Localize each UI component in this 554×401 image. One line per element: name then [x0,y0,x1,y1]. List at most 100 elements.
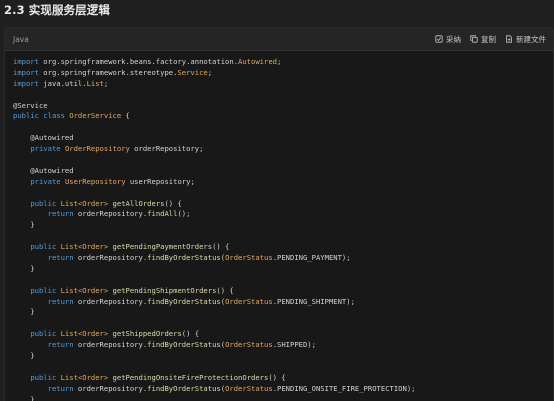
code-token: import [13,67,44,77]
code-token: OrderStatus [225,296,273,306]
code-token: public [30,198,61,208]
code-token: orderRepository. [77,340,148,350]
code-token: { [121,111,130,121]
code-token: return [47,253,78,263]
code-token: public [30,285,61,295]
code-token: orderRepository. [77,253,148,263]
code-line: public List<Order> getAllOrders() { [13,199,553,210]
code-token: getAllOrders [112,198,165,208]
code-token: orderRepository. [77,383,148,393]
adopt-button[interactable]: 采纳 [435,34,461,45]
adopt-button-label: 采纳 [446,34,461,44]
code-token: List<Order> [60,198,109,208]
code-line: } [13,220,553,231]
code-line: public class OrderService { [13,111,553,122]
code-token: public [30,329,61,339]
code-token: } [13,351,35,361]
code-line: } [13,307,553,318]
code-token: return [47,209,78,219]
code-token: () { [212,242,230,252]
code-line: } [13,351,553,362]
new-file-icon [505,35,513,43]
code-token: return [47,340,78,350]
code-token: () { [268,372,286,382]
section-heading: 2.3 实现服务层逻辑 [4,3,110,17]
code-token: @Autowired [13,165,74,175]
code-token: } [13,307,35,317]
code-line: return orderRepository.findByOrderStatus… [13,340,553,351]
code-line: } [13,264,553,275]
code-token: () { [181,329,200,339]
code-token: import [13,78,44,88]
code-token: java.util. [43,78,87,88]
code-line: @Service [13,101,553,112]
code-token: OrderStatus [225,253,273,263]
code-token: orderRepository. [77,209,148,219]
code-token: public class [13,111,70,121]
code-token: Service [177,67,208,77]
code-token: public [30,242,61,252]
code-token: getPendingPaymentOrders [112,242,213,252]
code-line: private UserRepository userRepository; [13,177,553,188]
code-token: (); [177,209,191,219]
code-token: OrderRepository [64,144,130,154]
code-token: OrderStatus [225,340,273,350]
copy-icon [470,35,478,43]
new-file-button[interactable]: 新建文件 [505,34,546,45]
code-language-label: Java [13,34,29,44]
code-token: userRepository; [125,176,195,186]
code-token: ; [103,78,109,88]
code-line: public List<Order> getPendingPaymentOrde… [13,242,553,253]
code-line: import org.springframework.stereotype.Se… [13,68,553,79]
code-token: ; [276,57,282,66]
code-token: @Autowired [13,133,74,143]
code-token: .PENDING_ONSITE_FIRE_PROTECTION); [272,383,416,393]
code-block: Java 采纳 复制 新建文件 import org.springframewo… [4,27,554,401]
code-line: @Autowired [13,166,553,177]
code-token: List<Order> [60,285,109,295]
copy-button[interactable]: 复制 [470,34,496,45]
code-token: List<Order> [60,372,109,382]
code-line: return orderRepository.findByOrderStatus… [13,384,553,395]
code-line: public List<Order> getPendingOnsiteFireP… [13,373,553,384]
code-token: findByOrderStatus [147,253,221,263]
code-token: findByOrderStatus [147,383,221,393]
page: 2.3 实现服务层逻辑 Java 采纳 复制 新建文件 import org.s… [0,0,554,401]
code-content: import org.springframework.beans.factory… [5,51,553,401]
code-token: UserRepository [64,176,126,186]
code-token: () { [164,198,182,208]
code-token: findByOrderStatus [147,340,221,350]
checkbox-icon [435,35,443,43]
code-token: List [86,78,104,88]
code-token: findByOrderStatus [147,296,221,306]
code-actions: 采纳 复制 新建文件 [435,34,546,45]
code-line: public List<Order> getPendingShipmentOrd… [13,286,553,297]
code-token: return [47,296,78,306]
code-token: OrderStatus [225,383,273,393]
code-line: } [13,395,553,401]
code-block-header: Java 采纳 复制 新建文件 [5,28,553,51]
code-token: orderRepository. [77,296,148,306]
code-token: .PENDING_PAYMENT); [272,253,351,263]
code-token: getShippedOrders [112,329,182,339]
code-token: return [47,383,78,393]
code-token: getPendingShipmentOrders [112,285,217,295]
code-line: return orderRepository.findByOrderStatus… [13,253,553,264]
code-token: public [30,372,61,382]
code-line: return orderRepository.findAll(); [13,209,553,220]
code-token: () { [216,285,234,295]
